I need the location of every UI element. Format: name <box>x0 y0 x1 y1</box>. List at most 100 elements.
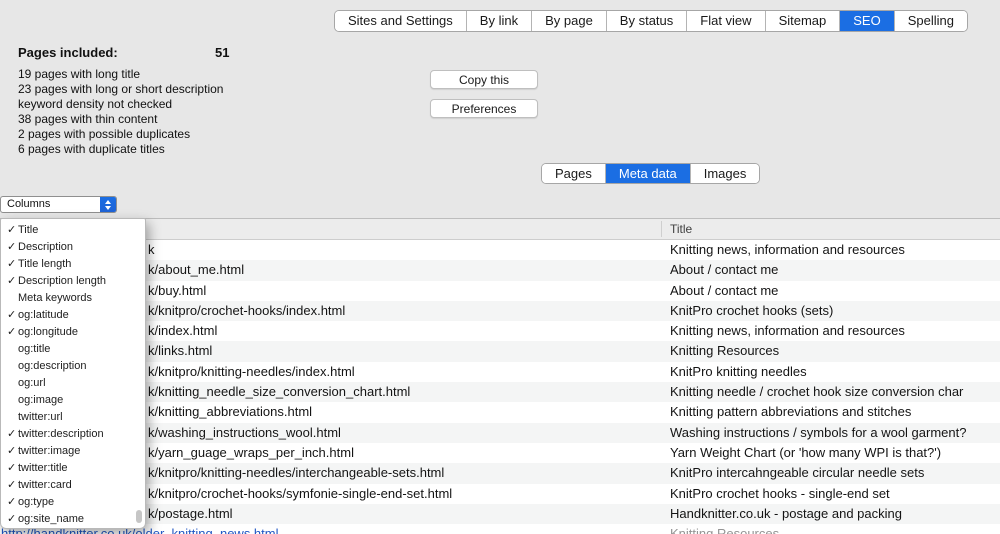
checkmark-icon <box>1 341 18 358</box>
table-row[interactable]: k/washing_instructions_wool.html Washing… <box>0 423 1000 443</box>
checkmark-icon: ✓ <box>1 273 18 290</box>
row-title: Knitting news, information and resources <box>662 321 1000 341</box>
seo-stat: 2 pages with possible duplicates <box>18 127 223 142</box>
table-header: Title <box>0 218 1000 240</box>
columns-menu-item[interactable]: ✓ Description length <box>1 273 145 290</box>
table-row[interactable]: k/postage.html Handknitter.co.uk - posta… <box>0 504 1000 524</box>
row-title: Knitting needle / crochet hook size conv… <box>662 382 1000 402</box>
row-title: KnitPro intercahngeable circular needle … <box>662 463 1000 483</box>
main-tab[interactable]: By status <box>606 11 686 31</box>
menu-item-label: og:url <box>18 375 145 392</box>
table-row[interactable]: k/knitpro/crochet-hooks/symfonie-single-… <box>0 484 1000 504</box>
meta-data-table: k Knitting news, information and resourc… <box>0 240 1000 534</box>
checkmark-icon: ✓ <box>1 324 18 341</box>
main-tab[interactable]: By page <box>531 11 606 31</box>
seo-stat: 23 pages with long or short description <box>18 82 223 97</box>
row-title: KnitPro knitting needles <box>662 362 1000 382</box>
preferences-button[interactable]: Preferences <box>430 99 538 118</box>
menu-item-label: twitter:url <box>18 409 145 426</box>
checkmark-icon: ✓ <box>1 494 18 511</box>
columns-menu-item[interactable]: ✓ Title <box>1 222 145 239</box>
row-title: Knitting Resources <box>662 524 1000 534</box>
columns-menu-item[interactable]: og:title <box>1 341 145 358</box>
columns-menu-item[interactable]: ✓ twitter:title <box>1 460 145 477</box>
menu-item-label: twitter:title <box>18 460 145 477</box>
menu-item-label: og:description <box>18 358 145 375</box>
main-tab[interactable]: Sites and Settings <box>335 11 466 31</box>
main-tab[interactable]: Flat view <box>686 11 764 31</box>
row-title: Knitting pattern abbreviations and stitc… <box>662 402 1000 422</box>
main-tab[interactable]: Sitemap <box>765 11 840 31</box>
columns-menu-item[interactable]: ✓ Title length <box>1 256 145 273</box>
checkmark-icon: ✓ <box>1 460 18 477</box>
menu-item-label: og:longitude <box>18 324 145 341</box>
columns-menu-item[interactable]: ✓ og:type <box>1 494 145 511</box>
columns-menu-item[interactable]: og:description <box>1 358 145 375</box>
view-tab[interactable]: Pages <box>542 164 605 183</box>
columns-menu-item[interactable]: ✓ og:longitude <box>1 324 145 341</box>
table-row[interactable]: k/links.html Knitting Resources <box>0 341 1000 361</box>
menu-item-label: twitter:image <box>18 443 145 460</box>
title-column-header[interactable]: Title <box>670 219 692 239</box>
columns-menu-item[interactable]: twitter:url <box>1 409 145 426</box>
checkmark-icon: ✓ <box>1 307 18 324</box>
table-row[interactable]: k/knitpro/knitting-needles/interchangeab… <box>0 463 1000 483</box>
table-row[interactable]: http://handknitter.co.uk/older_knitting_… <box>0 524 1000 534</box>
columns-menu: ✓ Title ✓ Description ✓ Title length ✓ D… <box>0 218 146 529</box>
menu-item-label: twitter:description <box>18 426 145 443</box>
row-title: Knitting Resources <box>662 341 1000 361</box>
copy-this-button[interactable]: Copy this <box>430 70 538 89</box>
checkmark-icon: ✓ <box>1 222 18 239</box>
table-row[interactable]: k/knitting_abbreviations.html Knitting p… <box>0 402 1000 422</box>
table-row[interactable]: k/knitpro/crochet-hooks/index.html KnitP… <box>0 301 1000 321</box>
columns-menu-item[interactable]: Meta keywords <box>1 290 145 307</box>
columns-dropdown-button[interactable]: Columns <box>0 196 117 213</box>
table-row[interactable]: k/knitpro/knitting-needles/index.html Kn… <box>0 362 1000 382</box>
checkmark-icon <box>1 375 18 392</box>
table-row[interactable]: k/yarn_guage_wraps_per_inch.html Yarn We… <box>0 443 1000 463</box>
checkmark-icon: ✓ <box>1 477 18 494</box>
menu-scrollbar[interactable] <box>136 510 142 523</box>
row-title: Washing instructions / symbols for a woo… <box>662 423 1000 443</box>
app-window: Sites and Settings By link By page By st… <box>0 0 1000 534</box>
columns-menu-item[interactable]: og:image <box>1 392 145 409</box>
columns-menu-item[interactable]: ✓ og:site_name <box>1 511 145 528</box>
menu-item-label: Description <box>18 239 145 256</box>
seo-stat: 38 pages with thin content <box>18 112 223 127</box>
pages-included-value: 51 <box>215 45 229 60</box>
checkmark-icon: ✓ <box>1 239 18 256</box>
checkmark-icon <box>1 392 18 409</box>
table-row[interactable]: k/knitting_needle_size_conversion_chart.… <box>0 382 1000 402</box>
main-tab[interactable]: By link <box>466 11 531 31</box>
checkmark-icon <box>1 409 18 426</box>
dropdown-arrows-icon <box>100 197 116 212</box>
columns-menu-item[interactable]: ✓ Description <box>1 239 145 256</box>
columns-menu-item[interactable]: ✓ twitter:description <box>1 426 145 443</box>
row-title: Handknitter.co.uk - postage and packing <box>662 504 1000 524</box>
table-row[interactable]: k/index.html Knitting news, information … <box>0 321 1000 341</box>
columns-menu-item[interactable]: og:url <box>1 375 145 392</box>
row-title: Yarn Weight Chart (or 'how many WPI is t… <box>662 443 1000 463</box>
summary-panel: Sites and Settings By link By page By st… <box>0 0 1000 218</box>
menu-item-label: twitter:card <box>18 477 145 494</box>
main-tab[interactable]: SEO <box>839 11 893 31</box>
view-tab[interactable]: Images <box>690 164 760 183</box>
seo-stat: 19 pages with long title <box>18 67 223 82</box>
columns-menu-item[interactable]: ✓ og:latitude <box>1 307 145 324</box>
row-title: Knitting news, information and resources <box>662 240 1000 260</box>
pages-included-label: Pages included: <box>18 45 118 60</box>
columns-menu-item[interactable]: ✓ twitter:image <box>1 443 145 460</box>
checkmark-icon <box>1 358 18 375</box>
checkmark-icon: ✓ <box>1 443 18 460</box>
view-tab[interactable]: Meta data <box>605 164 690 183</box>
row-title: About / contact me <box>662 260 1000 280</box>
columns-menu-item[interactable]: ✓ twitter:card <box>1 477 145 494</box>
column-divider <box>661 221 662 237</box>
table-row[interactable]: k/buy.html About / contact me <box>0 281 1000 301</box>
pages-included: Pages included: 51 <box>18 45 338 60</box>
main-tab[interactable]: Spelling <box>894 11 967 31</box>
menu-item-label: og:type <box>18 494 145 511</box>
table-row[interactable]: k/about_me.html About / contact me <box>0 260 1000 280</box>
menu-item-label: Title length <box>18 256 145 273</box>
table-row[interactable]: k Knitting news, information and resourc… <box>0 240 1000 260</box>
